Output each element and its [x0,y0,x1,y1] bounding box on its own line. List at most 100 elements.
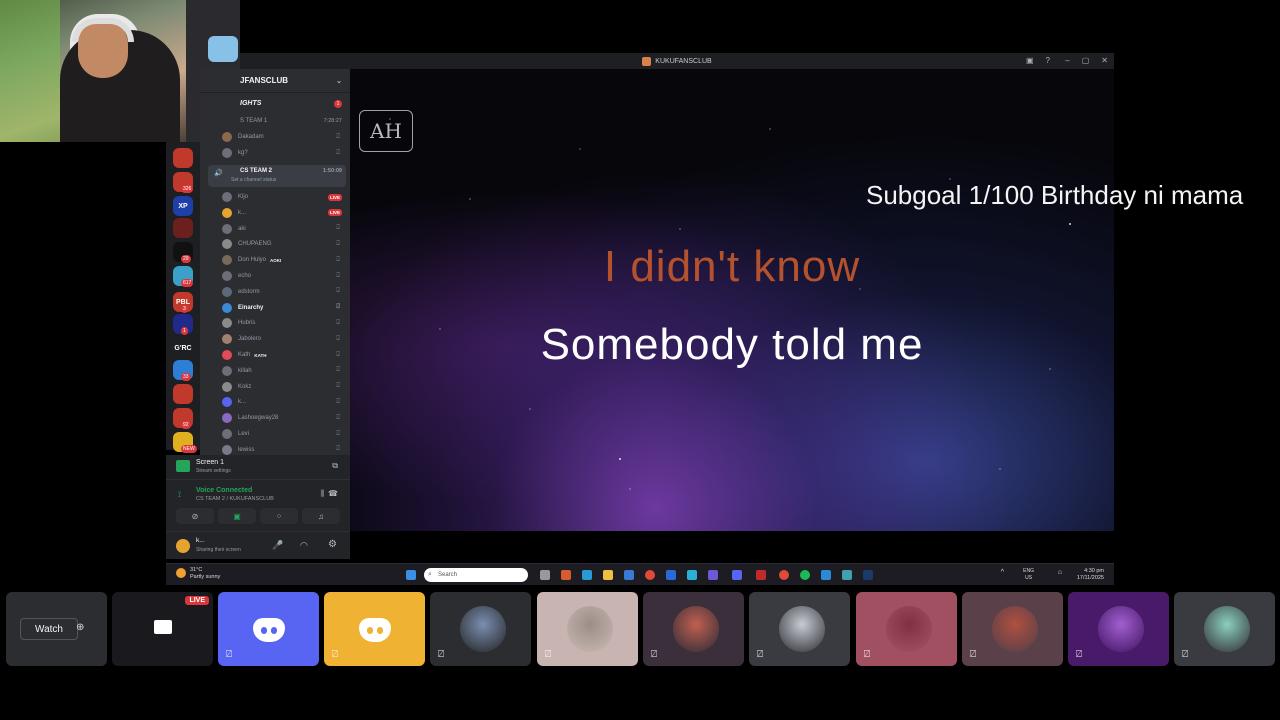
participant-tile[interactable]: ⍁ [1068,592,1169,666]
app-icon[interactable] [842,570,852,580]
member-name: aki [238,225,246,232]
member-row[interactable]: lewiss ⍁ [222,443,346,455]
muted-icon: ⍁ [438,649,444,660]
member-row[interactable]: Kokz ⍁ [222,380,346,394]
member-row[interactable]: Lashoegway28 ⍁ [222,411,346,425]
search-box[interactable]: ⌕ Search [424,568,528,582]
screen-title: Screen 1 [196,459,225,466]
category-header[interactable]: IGHTS [240,100,261,107]
participant-tile[interactable]: ⍁ [856,592,957,666]
server-icon[interactable] [173,148,193,168]
member-row[interactable]: Einarchy ⍁ [222,301,346,315]
inbox-icon[interactable]: ▣ [1026,56,1034,65]
discord-taskbar-icon[interactable] [732,570,742,580]
chrome-icon[interactable] [779,570,789,580]
mail-icon[interactable] [666,570,676,580]
member-name: kg? [238,150,248,156]
monitor-icon[interactable] [687,570,697,580]
member-row[interactable]: kg? ⍁ [222,146,346,160]
voice-channel-team1[interactable]: S TEAM 1 7:28:27 [208,114,346,128]
teams-icon[interactable] [708,570,718,580]
participant-tile[interactable]: ⍁ [430,592,531,666]
server-icon[interactable] [173,384,193,404]
network-icon[interactable]: ⌂ [1058,569,1062,576]
chrome-icon[interactable] [645,570,655,580]
watch-button[interactable]: Watch [20,618,78,640]
weather-widget[interactable]: 31°C Partly sunny [176,567,220,581]
steam-icon[interactable] [863,570,873,580]
store-icon[interactable] [624,570,634,580]
member-row[interactable]: k... LIVE [222,206,346,220]
minimize-button[interactable]: – [1065,56,1069,65]
channel-status[interactable]: Set a channel status [231,177,276,183]
member-row[interactable]: killah ⍁ [222,364,346,378]
member-row[interactable]: Jabolero ⍁ [222,332,346,346]
muted-icon: ⍁ [336,414,340,421]
member-row[interactable]: CHUPAENG ⍁ [222,237,346,251]
member-row[interactable]: Kath KATH ⍁ [222,348,346,362]
participant-tile[interactable]: LIVE [112,592,213,666]
start-icon[interactable] [406,570,416,580]
soundboard-button[interactable]: ♫ [302,508,340,524]
member-row[interactable]: Hubris ⍁ [222,316,346,330]
server-header[interactable]: JFANSCLUB ⌄ [200,69,350,93]
close-button[interactable]: ✕ [1101,56,1108,65]
server-icon [642,56,652,66]
task-view-icon[interactable] [540,570,550,580]
member-row[interactable]: edstorm ⍁ [222,285,346,299]
muted-icon: ⍁ [757,649,763,660]
avatar[interactable] [176,539,190,553]
spotify-icon[interactable] [800,570,810,580]
stream-video[interactable]: AH [350,69,1114,531]
noise-icon[interactable]: ⫼ [320,489,324,499]
screen-share-button[interactable]: ▣ [218,508,256,524]
participant-tile[interactable]: ⍁ [537,592,638,666]
member-name: killah [238,367,252,374]
maximize-button[interactable]: ▢ [1082,56,1090,65]
tray-chevron-icon[interactable]: ^ [1001,569,1004,576]
gear-icon[interactable]: ⚙ [328,539,337,550]
participant-tile[interactable]: ⍁ [1174,592,1275,666]
disconnect-icon[interactable]: ☎ [328,489,338,498]
member-row[interactable]: Don Hulyo AOKI ⍁ [222,253,346,267]
voice-channel-team2[interactable]: 🔊 CS TEAM 2 Set a channel status 1:50:09 [208,165,346,187]
server-icon[interactable]: G'RC [171,338,195,358]
voice-location[interactable]: CS TEAM 2 / KUKUFANSCLUB [196,496,274,502]
member-row[interactable]: Dakadam ⍁ [222,130,346,144]
activities-button[interactable]: ⁘ [260,508,298,524]
signal-icon[interactable]: ⟟ [178,490,181,500]
zoom-icon[interactable]: ⊕ [76,622,84,633]
clock[interactable]: 4:30 pm 17/11/2025 [1077,568,1104,582]
help-icon[interactable]: ? [1046,56,1050,65]
camera-off-button[interactable]: ⊘ [176,508,214,524]
headphones-icon[interactable]: ◠ [300,540,308,551]
member-row[interactable]: aki ⍁ [222,222,346,236]
member-row[interactable]: k... ⍁ [222,395,346,409]
server-icon[interactable]: XP [173,196,193,216]
language-indicator[interactable]: ENG US [1023,568,1034,582]
voice-status[interactable]: Voice Connected [196,487,252,494]
popout-icon[interactable]: ⧉ [332,461,338,471]
participant-tile[interactable]: ⍁ [218,592,319,666]
avatar [222,444,232,455]
voice-channel-name: S TEAM 1 [240,118,268,124]
app-icon[interactable] [756,570,766,580]
mic-muted-icon[interactable]: 🎤 [272,540,283,551]
user-name[interactable]: k... [196,537,205,544]
participant-tile[interactable]: ⍁ [643,592,744,666]
member-name: Levi [238,431,250,437]
member-row[interactable]: Levi ⍁ [222,427,346,441]
edge-icon[interactable] [582,570,592,580]
notepad-icon[interactable] [821,570,831,580]
participant-tile[interactable]: Watch ⊕ [6,592,107,666]
participant-tile[interactable]: ⍁ [324,592,425,666]
server-icon[interactable] [173,218,193,238]
member-row[interactable]: echo ⍁ [222,269,346,283]
avatar [673,606,719,652]
participant-tile[interactable]: ⍁ [962,592,1063,666]
file-explorer-icon[interactable] [603,570,613,580]
copilot-icon[interactable] [561,570,571,580]
member-row[interactable]: Kljo LIVE [222,190,346,204]
participant-tile[interactable]: ⍁ [749,592,850,666]
screen-share-panel[interactable]: Screen 1 Stream settings ⧉ [166,455,350,479]
